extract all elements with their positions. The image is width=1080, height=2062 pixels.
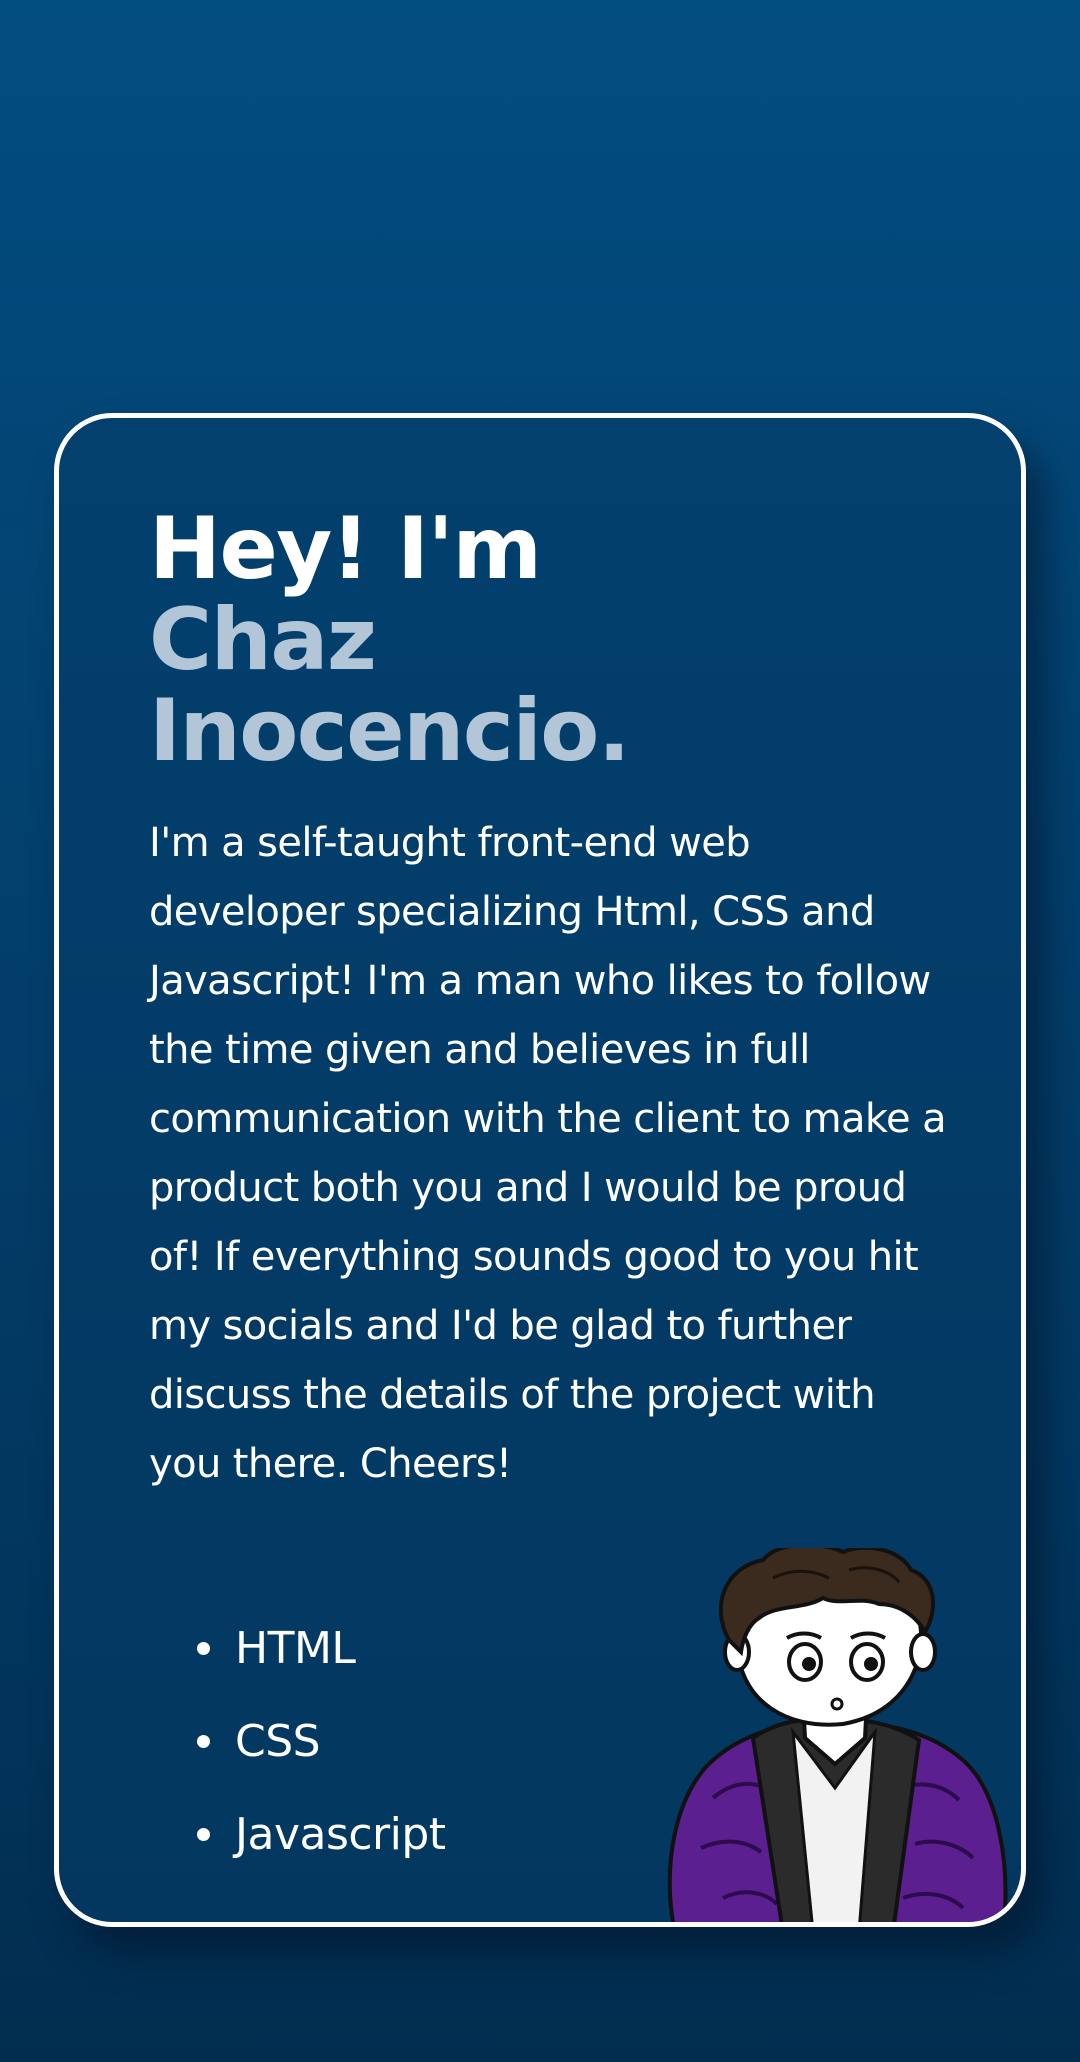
skill-item-css: CSS	[195, 1695, 446, 1788]
skills-list: HTML CSS Javascript	[195, 1602, 446, 1881]
skill-item-javascript: Javascript	[195, 1788, 446, 1881]
name-last: Inocencio.	[149, 681, 631, 781]
skill-item-html: HTML	[195, 1602, 446, 1695]
bio-paragraph: I'm a self-taught front-end web develope…	[149, 820, 947, 1487]
avatar-illustration	[667, 1548, 1008, 1922]
intro-card: Hey! I'm Chaz Inocencio. I'm a self-taug…	[54, 413, 1026, 1927]
greeting-text: Hey! I'm	[149, 499, 542, 599]
hero-heading: Hey! I'm Chaz Inocencio.	[149, 499, 631, 781]
name-first: Chaz	[149, 590, 377, 690]
